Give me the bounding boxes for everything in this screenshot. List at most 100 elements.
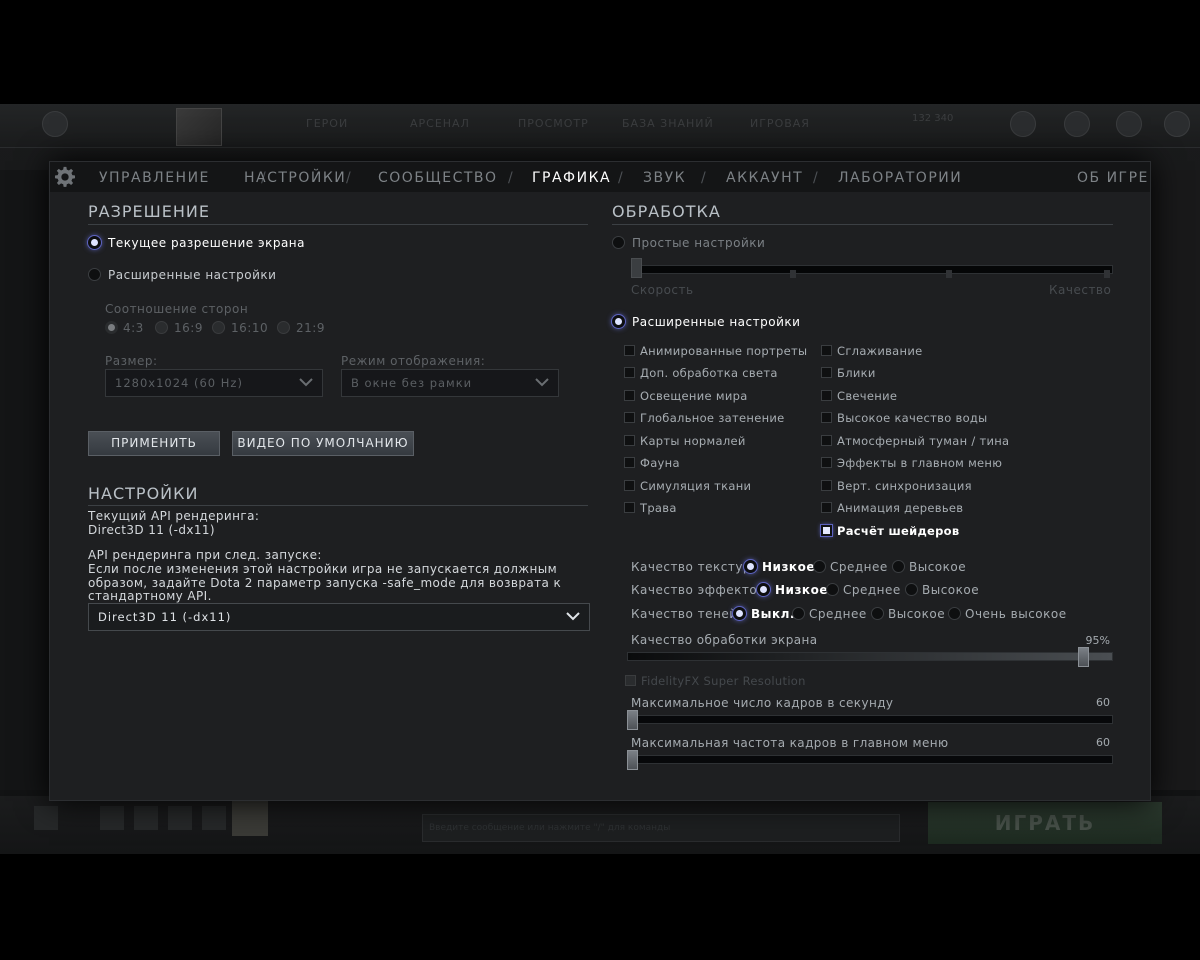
checkbox-label[interactable]: Сглаживание bbox=[837, 344, 923, 358]
render-settings-title: НАСТРОЙКИ bbox=[88, 484, 199, 503]
aspect-21-9-label: 21:9 bbox=[296, 321, 325, 335]
shadow-medium-label[interactable]: Среднее bbox=[809, 607, 867, 621]
checkbox-label[interactable]: Блики bbox=[837, 366, 876, 380]
simple-quality-thumb[interactable] bbox=[631, 258, 642, 278]
chevron-down-icon bbox=[299, 378, 313, 387]
menu-fps-slider[interactable] bbox=[627, 755, 1113, 764]
fps-thumb[interactable] bbox=[627, 710, 638, 730]
checkbox-extra-lighting[interactable] bbox=[624, 367, 635, 378]
checkbox-label[interactable]: Освещение мира bbox=[640, 389, 748, 403]
checkbox-label[interactable]: Эффекты в главном меню bbox=[837, 456, 1002, 470]
display-mode-label: Режим отображения: bbox=[341, 354, 486, 368]
bg-party-slot bbox=[134, 806, 158, 830]
current-resolution-radio[interactable] bbox=[88, 236, 101, 249]
shadow-off-radio[interactable] bbox=[733, 607, 746, 620]
tab-account[interactable]: АККАУНТ bbox=[726, 170, 803, 186]
tab-settings[interactable]: НАСТРОЙКИ bbox=[244, 170, 346, 186]
texture-low-label[interactable]: Низкое bbox=[762, 560, 815, 574]
checkbox-grass[interactable] bbox=[624, 502, 635, 513]
checkbox-bloom[interactable] bbox=[821, 390, 832, 401]
effects-medium-radio[interactable] bbox=[826, 583, 839, 596]
advanced-resolution-radio[interactable] bbox=[88, 268, 101, 281]
bg-nav-learn: БАЗА ЗНАНИЙ bbox=[622, 117, 714, 130]
checkbox-label[interactable]: Высокое качество воды bbox=[837, 411, 988, 425]
tab-community[interactable]: СООБЩЕСТВО bbox=[378, 170, 498, 186]
aspect-4-3-radio bbox=[105, 321, 118, 334]
checkbox-vsync[interactable] bbox=[821, 480, 832, 491]
aspect-16-9-label: 16:9 bbox=[174, 321, 203, 335]
effects-medium-label[interactable]: Среднее bbox=[843, 583, 901, 597]
checkbox-label[interactable]: Симуляция ткани bbox=[640, 479, 751, 493]
shadow-very-high-label[interactable]: Очень высокое bbox=[965, 607, 1067, 621]
checkbox-label[interactable]: Трава bbox=[640, 501, 677, 515]
menu-fps-thumb[interactable] bbox=[627, 750, 638, 770]
checkbox-high-quality-water[interactable] bbox=[821, 412, 832, 423]
slider-notch bbox=[1104, 270, 1110, 278]
size-select-value: 1280x1024 (60 Hz) bbox=[115, 376, 243, 390]
bg-avatar bbox=[232, 800, 268, 836]
checkbox-specular[interactable] bbox=[821, 367, 832, 378]
simple-settings-radio[interactable] bbox=[612, 236, 625, 249]
checkbox-menu-effects[interactable] bbox=[821, 457, 832, 468]
gear-icon[interactable] bbox=[54, 166, 76, 188]
shadow-very-high-radio[interactable] bbox=[948, 607, 961, 620]
checkbox-label[interactable]: Доп. обработка света bbox=[640, 366, 778, 380]
checkbox-label[interactable]: Анимированные портреты bbox=[640, 344, 807, 358]
current-api-label: Текущий API рендеринга: bbox=[88, 509, 260, 523]
checkbox-fauna[interactable] bbox=[624, 457, 635, 468]
checkbox-atmospheric-fog[interactable] bbox=[821, 435, 832, 446]
checkbox-cloth-sim[interactable] bbox=[624, 480, 635, 491]
tab-sound[interactable]: ЗВУК bbox=[643, 170, 686, 186]
effects-low-label[interactable]: Низкое bbox=[775, 583, 828, 597]
advanced-resolution-label[interactable]: Расширенные настройки bbox=[108, 268, 276, 282]
checkbox-ambient-occlusion[interactable] bbox=[624, 412, 635, 423]
aspect-16-9-radio bbox=[155, 321, 168, 334]
checkbox-antialiasing[interactable] bbox=[821, 345, 832, 356]
shadow-high-label[interactable]: Высокое bbox=[888, 607, 945, 621]
shadow-high-radio[interactable] bbox=[871, 607, 884, 620]
checkbox-label[interactable]: Расчёт шейдеров bbox=[837, 524, 959, 538]
screen-quality-thumb[interactable] bbox=[1078, 647, 1089, 667]
tab-labs[interactable]: ЛАБОРАТОРИИ bbox=[838, 170, 962, 186]
screen-quality-slider[interactable] bbox=[627, 652, 1113, 661]
simple-settings-label[interactable]: Простые настройки bbox=[632, 236, 765, 250]
effects-high-label[interactable]: Высокое bbox=[922, 583, 979, 597]
current-resolution-label[interactable]: Текущее разрешение экрана bbox=[108, 236, 305, 250]
checkbox-world-lighting[interactable] bbox=[624, 390, 635, 401]
checkbox-label[interactable]: Свечение bbox=[837, 389, 897, 403]
video-default-button[interactable]: ВИДЕО ПО УМОЛЧАНИЮ bbox=[232, 431, 414, 456]
shadow-off-label[interactable]: Выкл. bbox=[751, 607, 795, 621]
apply-button[interactable]: ПРИМЕНИТЬ bbox=[88, 431, 220, 456]
texture-medium-label[interactable]: Среднее bbox=[830, 560, 888, 574]
texture-medium-radio[interactable] bbox=[813, 560, 826, 573]
texture-low-radio[interactable] bbox=[744, 560, 757, 573]
size-select: 1280x1024 (60 Hz) bbox=[105, 369, 323, 397]
checkbox-normal-maps[interactable] bbox=[624, 435, 635, 446]
texture-high-radio[interactable] bbox=[892, 560, 905, 573]
checkbox-label[interactable]: Фауна bbox=[640, 456, 680, 470]
advanced-processing-radio[interactable] bbox=[612, 315, 625, 328]
checkbox-label[interactable]: Анимация деревьев bbox=[837, 501, 963, 515]
checkbox-label[interactable]: Карты нормалей bbox=[640, 434, 746, 448]
checkbox-label[interactable]: Атмосферный туман / тина bbox=[837, 434, 1009, 448]
tab-about[interactable]: ОБ ИГРЕ bbox=[1077, 170, 1149, 186]
checkbox-label[interactable]: Глобальное затенение bbox=[640, 411, 785, 425]
aspect-ratio-label: Соотношение сторон bbox=[105, 302, 249, 316]
fps-slider[interactable] bbox=[627, 715, 1113, 724]
render-api-select[interactable]: Direct3D 11 (-dx11) bbox=[88, 603, 590, 631]
simple-quality-slider[interactable] bbox=[631, 265, 1113, 274]
checkbox-label[interactable]: Верт. синхронизация bbox=[837, 479, 972, 493]
advanced-processing-label[interactable]: Расширенные настройки bbox=[632, 315, 800, 329]
tab-graphics[interactable]: ГРАФИКА bbox=[532, 170, 611, 186]
effects-high-radio[interactable] bbox=[905, 583, 918, 596]
checkbox-animated-portraits[interactable] bbox=[624, 345, 635, 356]
shadow-medium-radio[interactable] bbox=[792, 607, 805, 620]
checkbox-tree-animation[interactable] bbox=[821, 502, 832, 513]
api-warning-line-1: Если после изменения этой настройки игра… bbox=[88, 562, 558, 576]
tab-separator: / bbox=[346, 170, 351, 186]
effects-low-radio[interactable] bbox=[757, 583, 770, 596]
bg-avatar-icon bbox=[1116, 111, 1142, 137]
texture-high-label[interactable]: Высокое bbox=[909, 560, 966, 574]
tab-controls[interactable]: УПРАВЛЕНИЕ bbox=[99, 170, 210, 186]
checkbox-shader-precompute[interactable] bbox=[821, 525, 832, 536]
